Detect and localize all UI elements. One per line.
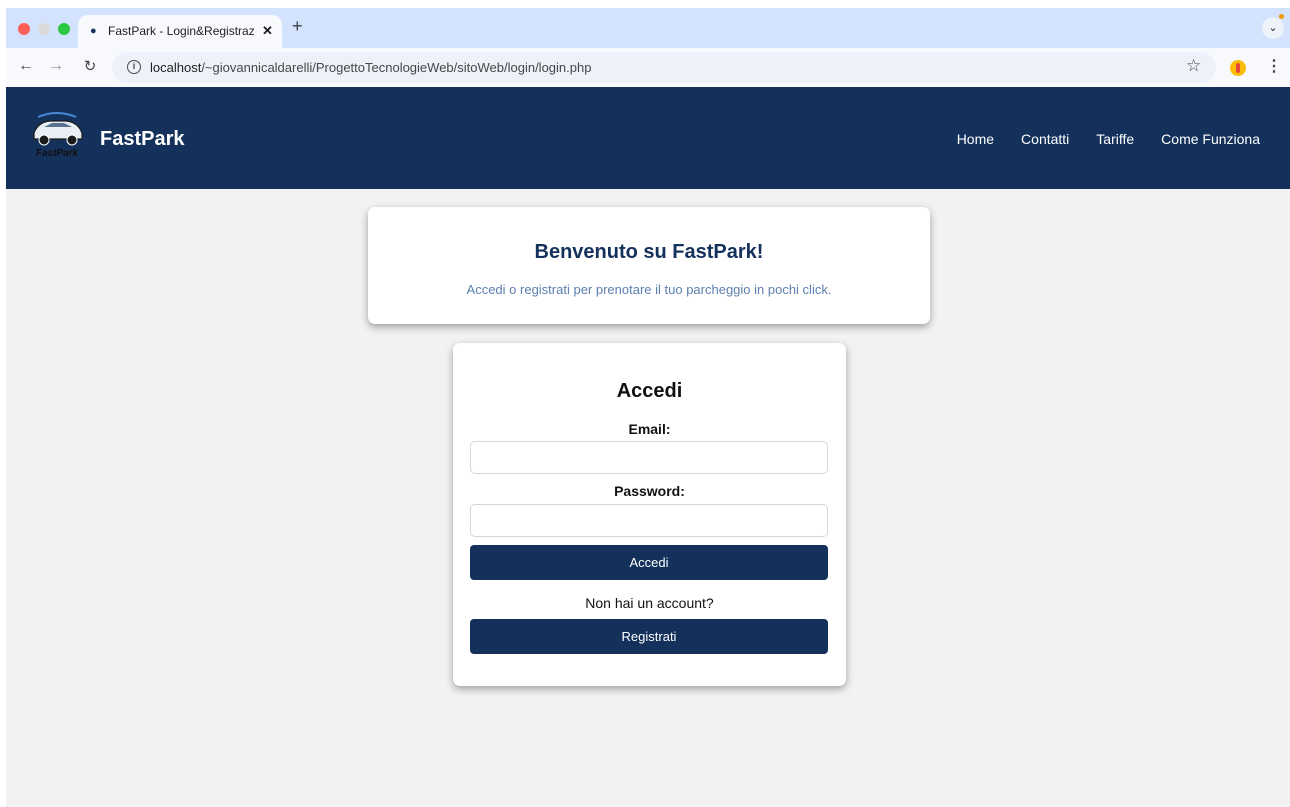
new-tab-button[interactable]: + xyxy=(292,16,303,37)
forward-arrow-icon[interactable]: → xyxy=(46,57,66,75)
login-title: Accedi xyxy=(616,380,683,402)
nav-come-funziona[interactable]: Come Funziona xyxy=(1161,131,1260,147)
fastpark-logo[interactable]: FastPark xyxy=(28,107,86,159)
url-host: localhost xyxy=(150,60,202,75)
tab-close-button[interactable]: ✕ xyxy=(262,23,273,39)
welcome-card: Benvenuto su FastPark! Accedi o registra… xyxy=(368,207,930,324)
tab-search-button[interactable]: ⌄ xyxy=(1262,17,1284,39)
welcome-title: Benvenuto su FastPark! xyxy=(534,241,764,263)
url-text[interactable]: localhost/~giovannicaldarelli/ProgettoTe… xyxy=(150,60,591,75)
email-field[interactable] xyxy=(470,441,828,474)
welcome-subtitle: Accedi o registrati per prenotare il tuo… xyxy=(466,282,832,297)
address-bar[interactable]: i localhost/~giovannicaldarelli/Progetto… xyxy=(112,52,1216,83)
site-info-icon[interactable]: i xyxy=(127,60,141,74)
login-card: Accedi Email: Password: Accedi Non hai u… xyxy=(453,343,846,686)
minimize-window-button[interactable] xyxy=(38,23,50,35)
site-header: FastPark FastPark Home Contatti Tariffe … xyxy=(6,87,1290,189)
password-label: Password: xyxy=(614,483,685,499)
close-window-button[interactable] xyxy=(18,23,30,35)
bookmark-star-icon[interactable]: ☆ xyxy=(1186,56,1201,76)
reload-icon[interactable]: ↻ xyxy=(80,57,100,75)
kebab-menu-icon[interactable]: ⋮ xyxy=(1266,56,1282,76)
main-nav: Home Contatti Tariffe Come Funziona xyxy=(957,131,1260,147)
car-favicon-icon: ● xyxy=(90,25,97,37)
nav-tariffe[interactable]: Tariffe xyxy=(1096,131,1134,147)
extension-icon[interactable] xyxy=(1230,60,1246,76)
tab-strip: ● FastPark - Login&Registrazione ✕ + ⌄ xyxy=(6,8,1290,48)
url-path: /~giovannicaldarelli/ProgettoTecnologieW… xyxy=(201,60,592,75)
register-button[interactable]: Registrati xyxy=(470,619,828,654)
notification-dot-icon xyxy=(1279,14,1284,19)
email-label: Email: xyxy=(628,421,671,437)
tab-title: FastPark - Login&Registrazione xyxy=(108,24,254,38)
tab-fastpark[interactable]: ● FastPark - Login&Registrazione ✕ xyxy=(78,15,282,48)
nav-contatti[interactable]: Contatti xyxy=(1021,131,1069,147)
password-field[interactable] xyxy=(470,504,828,537)
brand-name[interactable]: FastPark xyxy=(100,128,185,151)
nav-home[interactable]: Home xyxy=(957,131,994,147)
login-button[interactable]: Accedi xyxy=(470,545,828,580)
no-account-text: Non hai un account? xyxy=(585,595,714,611)
maximize-window-button[interactable] xyxy=(58,23,70,35)
browser-toolbar: ← → ↻ i localhost/~giovannicaldarelli/Pr… xyxy=(6,48,1290,87)
browser-window: ● FastPark - Login&Registrazione ✕ + ⌄ ←… xyxy=(6,8,1290,807)
svg-text:FastPark: FastPark xyxy=(36,148,79,159)
back-arrow-icon[interactable]: ← xyxy=(16,57,36,75)
